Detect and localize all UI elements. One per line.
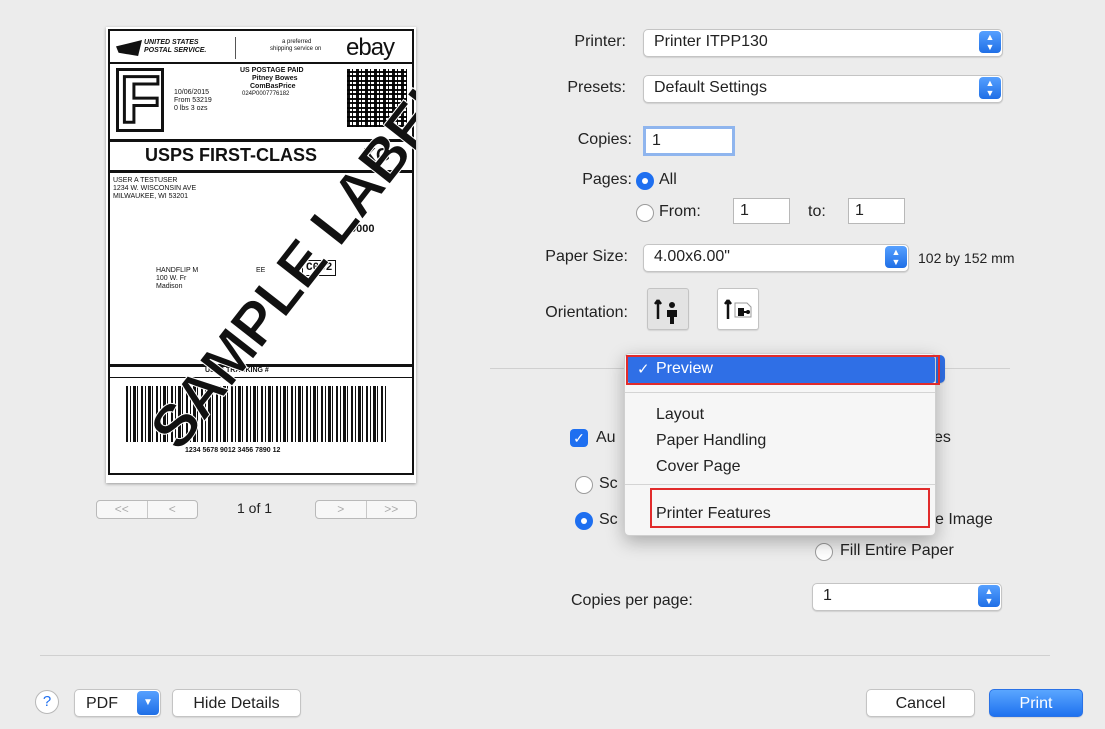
- pages-label: Pages:: [582, 171, 632, 188]
- next-page-button[interactable]: >: [316, 501, 366, 518]
- paper-size-value: 4.00x6.00": [654, 248, 730, 265]
- presets-popup[interactable]: Default Settings ▲ ▼: [643, 75, 1003, 103]
- class-letter: F: [118, 61, 161, 138]
- printer-popup[interactable]: Printer ITPP130 ▲ ▼: [643, 29, 1003, 57]
- to-field[interactable]: [848, 198, 905, 224]
- recipient-name: HANDFLIP M: [156, 267, 199, 274]
- to-input[interactable]: [849, 199, 904, 223]
- auto-rotate-checkbox[interactable]: ✓: [570, 429, 588, 447]
- scale-to-fit-label: Sc: [599, 511, 618, 528]
- pitney-bowes: Pitney Bowes: [252, 75, 298, 82]
- usps-name-line1: UNITED STATES: [144, 39, 199, 46]
- popup-arrows-icon: ▲ ▼: [978, 585, 1000, 607]
- landscape-person-icon: [724, 299, 752, 319]
- copies-field[interactable]: [643, 126, 735, 156]
- pages-from-radio[interactable]: [636, 204, 654, 222]
- print-button[interactable]: Print: [989, 689, 1083, 717]
- combasprice: ComBasPrice: [250, 83, 296, 90]
- postage-paid: US POSTAGE PAID: [240, 67, 304, 74]
- pdf-label: PDF: [86, 695, 118, 712]
- from-input[interactable]: [734, 199, 789, 223]
- printer-features-highlight-box: [650, 488, 930, 528]
- popup-arrows-icon: ▲ ▼: [979, 77, 1001, 99]
- sender-city: MILWAUKEE, WI 53201: [113, 193, 189, 200]
- header-divider: [235, 37, 236, 59]
- usps-eagle-icon: [116, 40, 142, 56]
- bottom-separator: [40, 655, 1050, 656]
- auto-rotate-label-end: es: [934, 429, 951, 446]
- landscape-orientation-button[interactable]: [717, 288, 759, 330]
- first-page-button[interactable]: <<: [97, 501, 147, 518]
- paper-size-popup[interactable]: 4.00x6.00" ▲ ▼: [643, 244, 909, 272]
- printer-value: Printer ITPP130: [654, 33, 768, 50]
- pages-all-radio[interactable]: [636, 172, 654, 190]
- paper-size-mm: 102 by 152 mm: [918, 250, 1015, 266]
- copies-input[interactable]: [646, 129, 732, 153]
- pages-all-label: All: [659, 171, 677, 188]
- cancel-button[interactable]: Cancel: [866, 689, 975, 717]
- ship-from: From 53219: [174, 97, 212, 104]
- page-indicator: 1 of 1: [237, 500, 273, 516]
- sender-name: USER A TESTUSER: [113, 177, 178, 184]
- pager-forward-group[interactable]: > >>: [315, 500, 417, 519]
- copies-per-page-value: 1: [823, 587, 832, 604]
- tracking-rule-mid: [110, 377, 412, 378]
- preferred-line1: a preferred: [282, 39, 312, 45]
- recipient-street: 100 W. Fr: [156, 275, 187, 282]
- copies-per-page-label: Copies per page:: [571, 592, 693, 609]
- pdf-menu-arrow-icon[interactable]: ▼: [137, 691, 159, 715]
- scale-to-fit-radio[interactable]: [575, 512, 593, 530]
- fill-entire-paper-radio[interactable]: [815, 543, 833, 561]
- menu-item-cover-page[interactable]: Cover Page: [656, 458, 741, 476]
- copies-per-page-popup[interactable]: 1 ▲ ▼: [812, 583, 1002, 611]
- meter-number: 024P0007776182: [242, 91, 290, 97]
- orientation-label: Orientation:: [545, 304, 628, 321]
- popup-arrows-icon: ▲ ▼: [885, 246, 907, 268]
- portrait-orientation-button[interactable]: [647, 288, 689, 330]
- popup-arrows-icon: ▲ ▼: [979, 31, 1001, 53]
- sender-street: 1234 W. WISCONSIN AVE: [113, 185, 197, 192]
- ebay-logo: ebay: [346, 34, 395, 61]
- pager-back-group[interactable]: << <: [96, 500, 198, 519]
- ship-weight: 0 lbs 3 ozs: [174, 105, 208, 112]
- pages-to-label: to:: [808, 203, 826, 220]
- service-line: USPS FIRST-CLASS: [145, 145, 318, 165]
- last-page-button[interactable]: >>: [365, 501, 417, 518]
- paper-size-label: Paper Size:: [545, 248, 628, 265]
- from-field[interactable]: [733, 198, 790, 224]
- usps-name-line2: POSTAL SERVICE.: [144, 47, 207, 54]
- menu-divider: [625, 392, 935, 393]
- hide-details-button[interactable]: Hide Details: [172, 689, 301, 717]
- menu-divider: [625, 484, 935, 485]
- presets-label: Presets:: [567, 79, 626, 96]
- presets-value: Default Settings: [654, 79, 767, 96]
- printer-label: Printer:: [574, 33, 626, 50]
- recipient-city: Madison: [156, 283, 183, 290]
- help-button[interactable]: ?: [35, 690, 59, 714]
- portrait-person-icon: [654, 299, 677, 324]
- ship-date: 10/06/2015: [174, 89, 210, 96]
- scale-radio[interactable]: [575, 476, 593, 494]
- pages-from-label: From:: [659, 203, 701, 220]
- prev-page-button[interactable]: <: [146, 501, 198, 518]
- help-icon: ?: [42, 693, 52, 710]
- auto-rotate-label: Au: [596, 429, 616, 446]
- preferred-line2: shipping service on: [270, 46, 322, 52]
- copies-label: Copies:: [577, 131, 632, 148]
- pdf-button[interactable]: PDF ▼: [74, 689, 161, 717]
- menu-item-paper-handling[interactable]: Paper Handling: [656, 432, 766, 450]
- fill-entire-paper-label: Fill Entire Paper: [840, 542, 954, 559]
- menu-item-layout[interactable]: Layout: [656, 406, 704, 424]
- print-entire-image-label: e Image: [935, 511, 993, 528]
- label-preview: UNITED STATES POSTAL SERVICE. a preferre…: [106, 27, 416, 483]
- scale-label: Sc: [599, 475, 618, 492]
- preview-highlight-box: [626, 355, 940, 385]
